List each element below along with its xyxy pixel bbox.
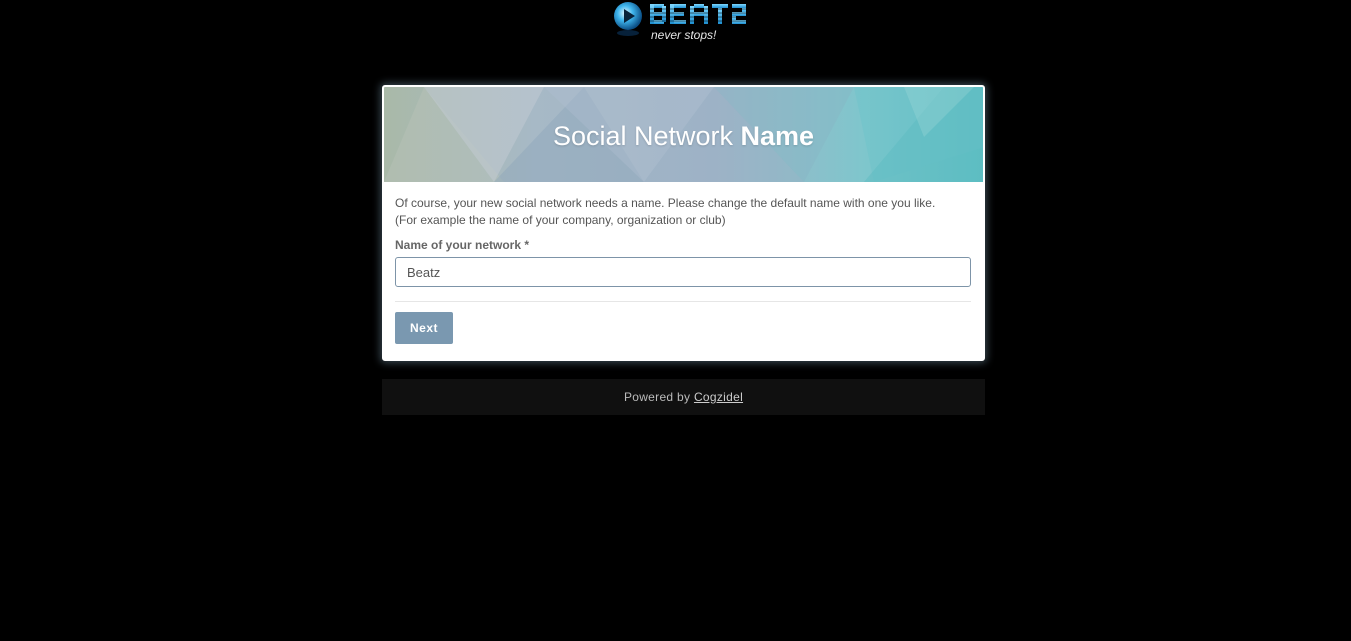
logo-tagline: never stops! [651,28,717,42]
network-name-input[interactable] [395,257,971,287]
beatz-logo-graphic: never stops! [614,2,750,42]
description: Of course, your new social network needs… [395,195,971,229]
network-name-label: Name of your network * [395,238,530,252]
next-button[interactable]: Next [395,312,453,344]
page-title: Social Network Name [384,121,983,152]
page-title-bold: Name [740,121,815,151]
description-line-1: Of course, your new social network needs… [395,196,936,210]
setup-card: Social Network Name Of course, your new … [382,85,985,361]
page-title-light: Social Network [552,121,733,151]
description-line-2: (For example the name of your company, o… [395,213,726,227]
divider [395,301,971,302]
footer: Powered by Cogzidel [382,379,985,415]
banner: Social Network Name [384,87,983,182]
cogzidel-link[interactable]: Cogzidel [694,390,743,404]
powered-by-text: Powered by [623,390,691,404]
beatz-logo: never stops! [610,0,758,44]
form-body: Of course, your new social network needs… [384,182,983,344]
